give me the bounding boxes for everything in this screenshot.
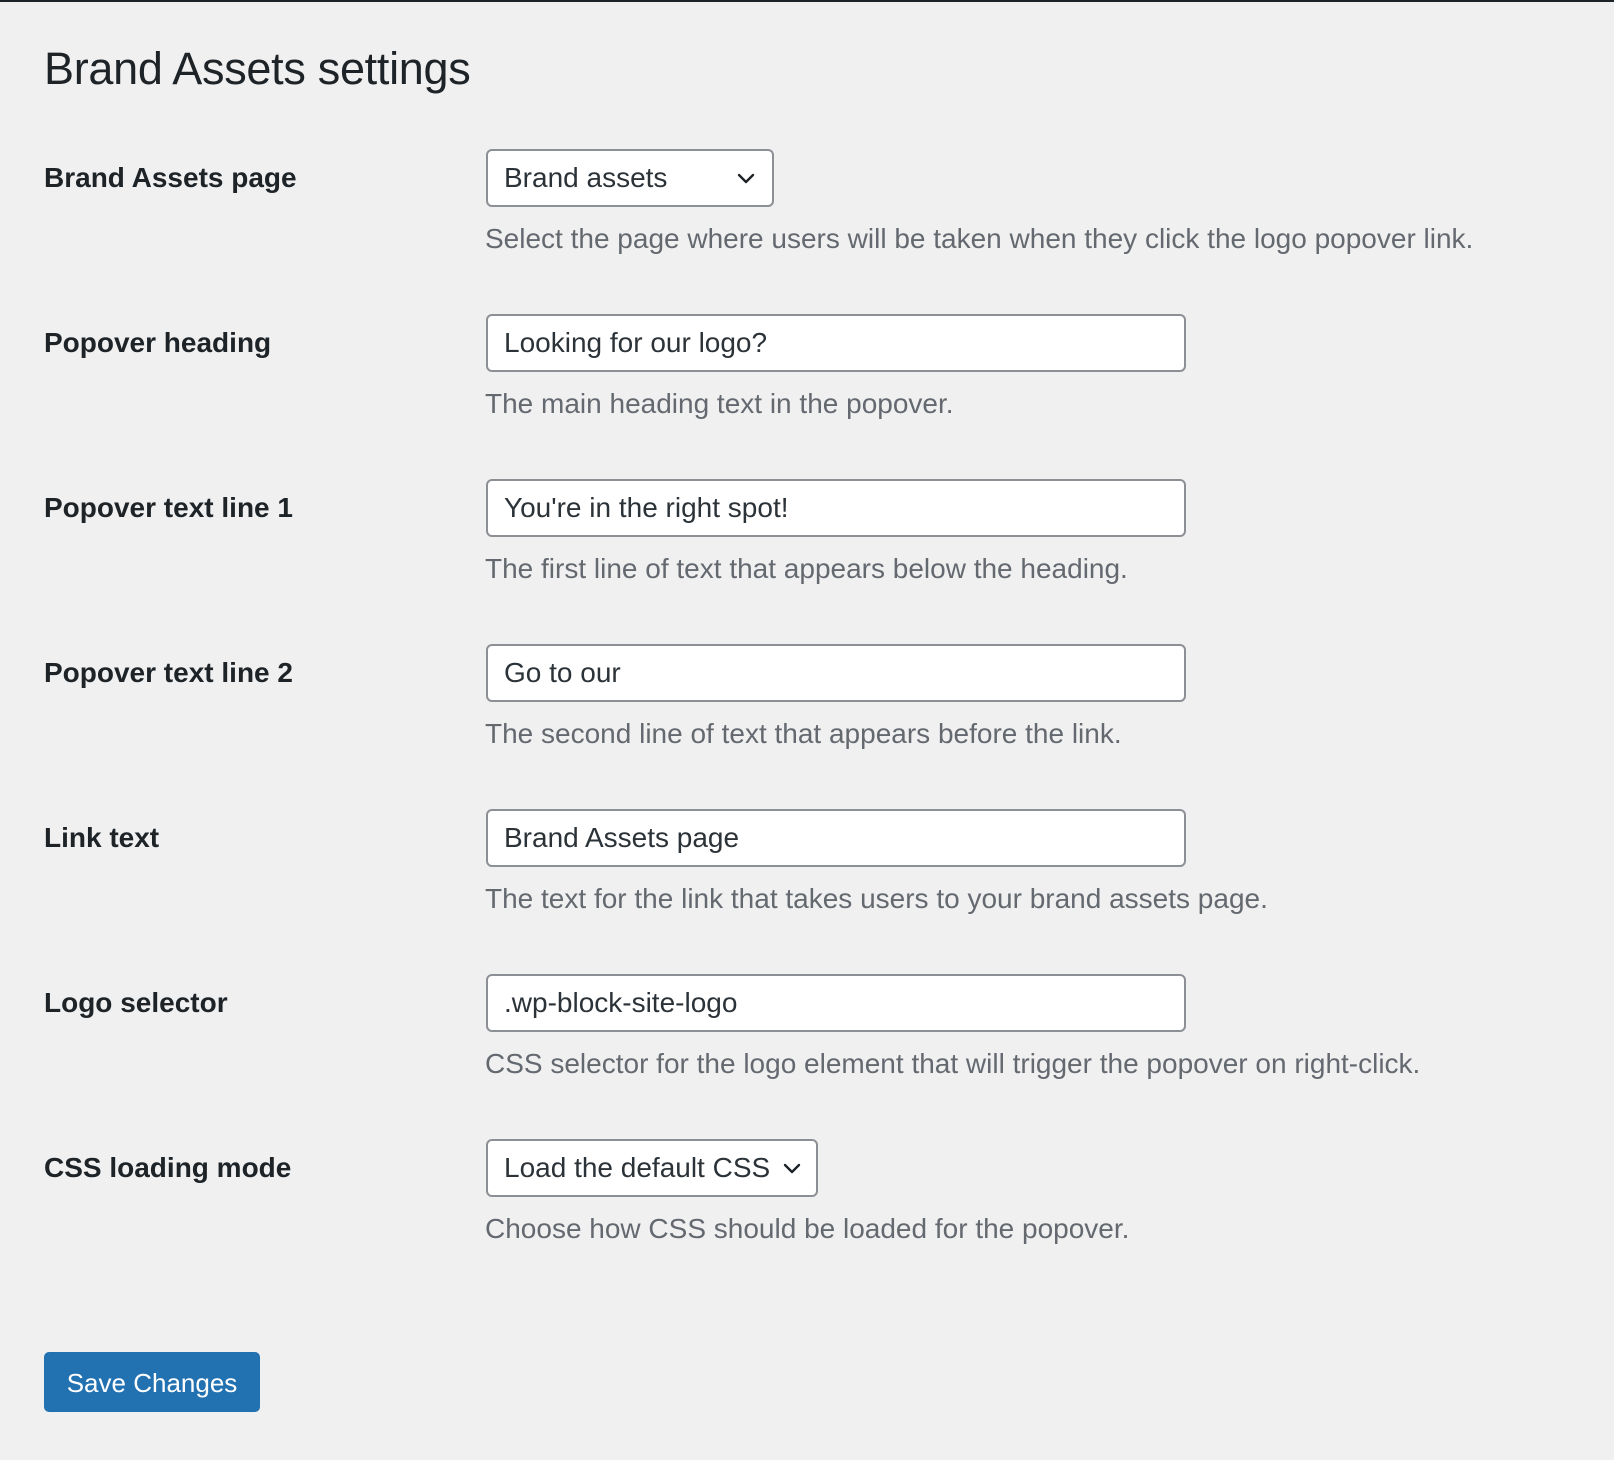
css-loading-mode-description: Choose how CSS should be loaded for the … <box>485 1213 1130 1244</box>
field-row-popover-text-line-1: Popover text line 1 You're in the right … <box>0 479 1614 599</box>
chevron-down-icon <box>783 1163 801 1174</box>
save-changes-button[interactable]: Save Changes <box>44 1352 260 1412</box>
popover-text-line-1-description: The first line of text that appears belo… <box>485 553 1128 584</box>
field-row-popover-heading: Popover heading Looking for our logo? Th… <box>0 314 1614 434</box>
popover-text-line-1-input[interactable]: You're in the right spot! <box>486 479 1186 537</box>
popover-text-line-2-description: The second line of text that appears bef… <box>485 718 1122 749</box>
brand-assets-page-label: Brand Assets page <box>44 162 297 193</box>
field-row-link-text: Link text Brand Assets page The text for… <box>0 809 1614 929</box>
popover-text-line-1-label: Popover text line 1 <box>44 492 293 523</box>
field-row-popover-text-line-2: Popover text line 2 Go to our The second… <box>0 644 1614 764</box>
logo-selector-description: CSS selector for the logo element that w… <box>485 1048 1421 1079</box>
popover-text-line-2-input[interactable]: Go to our <box>486 644 1186 702</box>
brand-assets-page-description: Select the page where users will be take… <box>485 223 1474 254</box>
logo-selector-label: Logo selector <box>44 987 228 1018</box>
field-row-brand-assets-page: Brand Assets page Brand assets Select th… <box>0 149 1614 269</box>
field-row-logo-selector: Logo selector .wp-block-site-logo CSS se… <box>0 974 1614 1094</box>
popover-text-line-2-label: Popover text line 2 <box>44 657 293 688</box>
logo-selector-input[interactable]: .wp-block-site-logo <box>486 974 1186 1032</box>
popover-heading-input[interactable]: Looking for our logo? <box>486 314 1186 372</box>
css-loading-mode-select[interactable]: Load the default CSS <box>486 1139 818 1197</box>
chevron-down-icon <box>737 173 755 184</box>
top-border <box>0 0 1614 2</box>
link-text-input[interactable]: Brand Assets page <box>486 809 1186 867</box>
popover-heading-label: Popover heading <box>44 327 272 358</box>
link-text-description: The text for the link that takes users t… <box>485 883 1268 914</box>
brand-assets-page-select[interactable]: Brand assets <box>486 149 774 207</box>
css-loading-mode-label: CSS loading mode <box>44 1152 292 1183</box>
popover-heading-description: The main heading text in the popover. <box>485 388 954 419</box>
link-text-label: Link text <box>44 822 160 853</box>
field-row-css-loading-mode: CSS loading mode Load the default CSS Ch… <box>0 1139 1614 1259</box>
page-title: Brand Assets settings <box>44 43 471 94</box>
css-loading-mode-select-value: Load the default CSS <box>504 1152 771 1183</box>
brand-assets-page-select-value: Brand assets <box>504 162 668 193</box>
